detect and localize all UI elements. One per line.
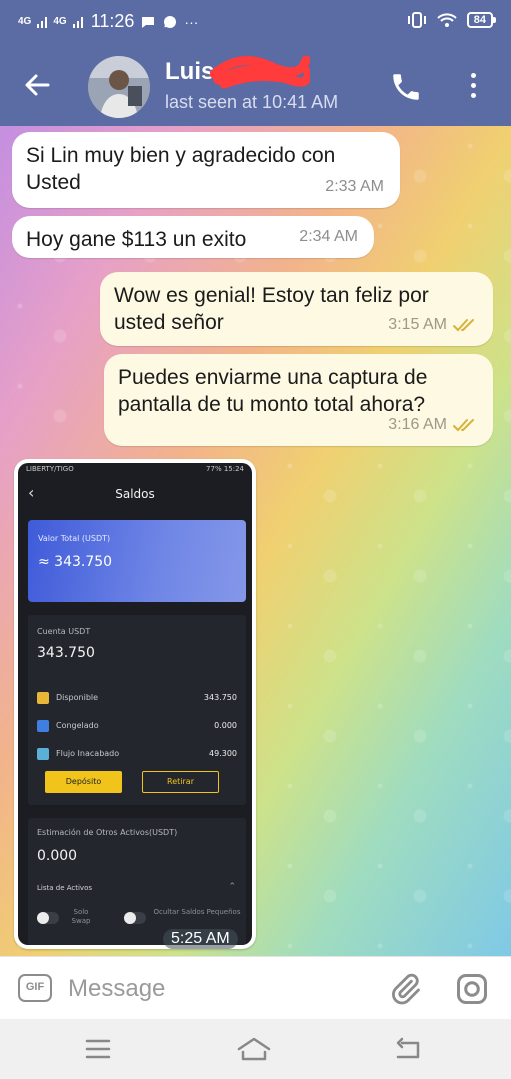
message-time: 2:34 AM bbox=[299, 228, 358, 245]
other-assets-panel: Estimación de Otros Activos(USDT) 0.000 … bbox=[28, 818, 246, 945]
toggle-switch bbox=[37, 912, 59, 924]
balance-row: Disponible 343.750 bbox=[37, 691, 237, 707]
toggle-label: Solo Swap bbox=[71, 908, 91, 925]
wifi-icon bbox=[437, 13, 457, 27]
message-bubble-incoming[interactable]: Si Lin muy bien y agradecido con Usted 2… bbox=[12, 132, 400, 208]
contact-name[interactable]: Luis bbox=[165, 58, 214, 86]
camera-icon[interactable] bbox=[454, 971, 490, 1007]
message-time: 3:15 AM bbox=[388, 316, 447, 333]
row-value: 0.000 bbox=[214, 721, 237, 730]
total-value-card: Valor Total (USDT) ≈ 343.750 bbox=[28, 520, 246, 602]
chat-bubble-icon bbox=[164, 15, 177, 28]
message-bubble-outgoing[interactable]: Wow es genial! Estoy tan feliz por usted… bbox=[100, 272, 493, 346]
image-message[interactable]: LIBERTY/TIGO 77% 15:24 ‹ Saldos Valor To… bbox=[14, 459, 256, 949]
account-value: 343.750 bbox=[37, 645, 95, 661]
wallet-icon bbox=[37, 692, 49, 704]
phone-icon[interactable] bbox=[389, 70, 423, 104]
signal-icon bbox=[37, 16, 48, 28]
balance-row: Congelado 0.000 bbox=[37, 719, 237, 735]
deposit-button: Depósito bbox=[45, 771, 122, 793]
message-composer: GIF bbox=[0, 956, 511, 1019]
screenshot-title: Saldos bbox=[115, 487, 155, 501]
overflow-indicator: ··· bbox=[184, 13, 199, 30]
avatar[interactable] bbox=[88, 56, 150, 118]
freeze-icon bbox=[37, 720, 49, 732]
chat-header: Luis last seen at 10:41 AM bbox=[0, 44, 511, 126]
row-value: 49.300 bbox=[209, 749, 237, 758]
chevron-up-icon: ⌃ bbox=[228, 882, 236, 892]
back-arrow-icon[interactable] bbox=[22, 70, 52, 100]
total-value-amount: ≈ 343.750 bbox=[38, 554, 113, 570]
chat-area[interactable]: Si Lin muy bien y agradecido con Usted 2… bbox=[0, 126, 511, 956]
row-label: Disponible bbox=[56, 693, 99, 702]
screenshot-clock: 77% 15:24 bbox=[206, 465, 244, 473]
flow-icon bbox=[37, 748, 49, 760]
last-seen-status: last seen at 10:41 AM bbox=[165, 92, 339, 112]
account-panel: Cuenta USDT 343.750 Disponible 343.750 C… bbox=[28, 615, 246, 805]
redaction-scribble bbox=[210, 55, 310, 89]
other-assets-label: Estimación de Otros Activos(USDT) bbox=[37, 828, 178, 837]
balance-row: Flujo Inacabado 49.300 bbox=[37, 747, 237, 763]
clock: 11:26 bbox=[90, 11, 135, 31]
balance-screenshot: LIBERTY/TIGO 77% 15:24 ‹ Saldos Valor To… bbox=[18, 463, 252, 945]
row-value: 343.750 bbox=[203, 693, 237, 702]
double-check-icon bbox=[453, 318, 474, 331]
message-bubble-outgoing[interactable]: Puedes enviarme una captura de pantalla … bbox=[104, 354, 493, 446]
toggle-switch bbox=[124, 912, 146, 924]
menu-icon[interactable] bbox=[78, 1035, 118, 1063]
back-nav-icon[interactable] bbox=[388, 1035, 428, 1063]
gif-button[interactable]: GIF bbox=[18, 974, 52, 1002]
toggle-label: Ocultar Saldos Pequeños bbox=[153, 908, 241, 916]
total-value-label: Valor Total (USDT) bbox=[38, 534, 111, 543]
vibrate-icon bbox=[407, 12, 426, 28]
more-vert-icon[interactable] bbox=[462, 70, 484, 104]
network-indicator-1: 4G bbox=[18, 16, 32, 27]
screenshot-status-bar: LIBERTY/TIGO 77% 15:24 bbox=[18, 463, 252, 477]
network-indicator-2: 4G bbox=[53, 16, 67, 27]
paperclip-icon[interactable] bbox=[388, 971, 422, 1007]
message-time: 2:33 AM bbox=[325, 178, 384, 195]
double-check-icon bbox=[453, 418, 474, 431]
message-input[interactable] bbox=[68, 971, 368, 1007]
screenshot-carrier: LIBERTY/TIGO bbox=[26, 465, 74, 473]
status-bar: 4G 4G 11:26 ··· 84 bbox=[0, 0, 511, 44]
withdraw-button: Retirar bbox=[142, 771, 219, 793]
image-timestamp: 5:25 AM bbox=[163, 929, 238, 949]
message-text: Puedes enviarme una captura de pantalla … bbox=[118, 366, 428, 416]
row-label: Flujo Inacabado bbox=[56, 749, 120, 758]
row-label: Congelado bbox=[56, 721, 99, 730]
account-label: Cuenta USDT bbox=[37, 627, 91, 636]
chat-bubble-icon bbox=[142, 16, 155, 28]
home-icon[interactable] bbox=[234, 1035, 274, 1063]
other-assets-value: 0.000 bbox=[37, 848, 78, 864]
battery-icon: 84 bbox=[466, 12, 497, 28]
asset-list-label: Lista de Activos bbox=[37, 884, 93, 892]
message-time: 3:16 AM bbox=[388, 416, 447, 433]
signal-icon bbox=[72, 16, 83, 28]
message-bubble-incoming[interactable]: Hoy gane $113 un exito 2:34 AM bbox=[12, 216, 374, 258]
system-nav-bar bbox=[0, 1019, 511, 1079]
